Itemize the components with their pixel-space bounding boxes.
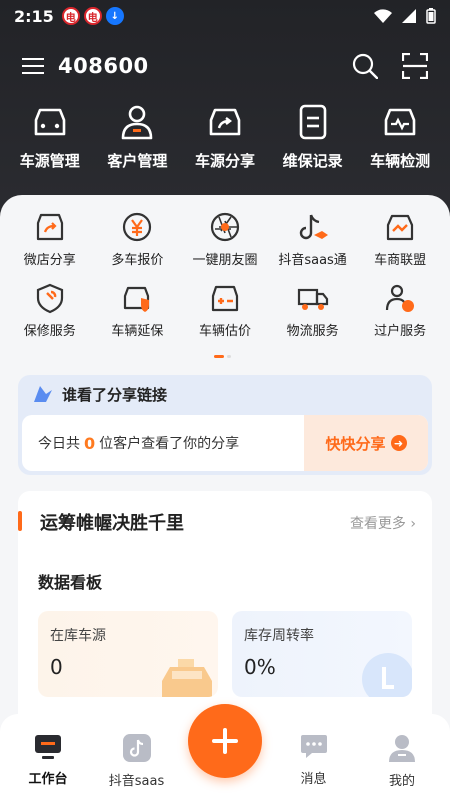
quick-item-customer[interactable]: 客户管理 [94, 102, 182, 171]
quick-item-maintenance[interactable]: 维保记录 [269, 102, 357, 171]
download-icon: ↓ [105, 7, 124, 25]
nav-item-tiktok-saas[interactable]: 抖音saas [101, 714, 173, 799]
page-title: 408600 [58, 54, 149, 78]
service-grid: 微店分享 多车报价 一键朋友圈 抖音saas通 车商联盟 保修服务 车辆延保 车… [0, 211, 450, 353]
quick-item-inspection[interactable]: 车辆检测 [356, 102, 444, 171]
quick-item-car-share[interactable]: 车源分享 [181, 102, 269, 171]
grid-item-label: 车辆估价 [198, 324, 251, 339]
grid-item-label: 多车报价 [111, 253, 164, 268]
car-shield-icon [124, 286, 150, 312]
tiktok-icon [299, 214, 328, 240]
nav-item-messages[interactable]: 消息 [278, 714, 350, 799]
section-accent-bar [18, 511, 22, 531]
arrow-right-icon: ➜ [390, 435, 407, 451]
search-icon[interactable] [352, 53, 378, 79]
grid-item-label: 过户服务 [374, 324, 427, 339]
notification-badge-2: 电 [83, 7, 102, 25]
shop-icon [36, 213, 63, 241]
header-area: 2:15 电 电 ↓ 408600 车源管理 客户管理 车源分享 维保记录 车辆… [0, 0, 450, 225]
car-illustration-icon [162, 659, 212, 697]
quick-item-label: 客户管理 [107, 152, 168, 170]
share-text-suffix: 位客户查看了你的分享 [99, 436, 240, 452]
signal-icon [402, 9, 416, 23]
scan-icon[interactable] [402, 53, 428, 79]
nav-item-profile[interactable]: 我的 [366, 714, 438, 799]
share-card[interactable]: 谁看了分享链接 今日共 0 位客户查看了你的分享 快快分享 ➜ [18, 375, 432, 475]
stat-label: 库存周转率 [244, 628, 314, 644]
add-button[interactable] [188, 704, 262, 778]
nav-label: 工作台 [28, 772, 68, 787]
grid-item-label: 抖音saas通 [278, 253, 347, 268]
grid-item-label: 车商联盟 [374, 253, 427, 268]
quick-actions: 车源管理 客户管理 车源分享 维保记录 车辆检测 [0, 102, 450, 171]
grid-item-label: 一键朋友圈 [192, 253, 258, 268]
quick-item-label: 维保记录 [282, 152, 343, 170]
wifi-icon [374, 9, 392, 23]
share-now-label: 快快分享 [325, 434, 386, 453]
stat-label: 在库车源 [50, 628, 106, 644]
menu-icon[interactable] [22, 57, 44, 75]
nav-label: 我的 [388, 774, 415, 789]
share-card-header: 谁看了分享链接 [18, 375, 432, 413]
record-icon [299, 104, 326, 140]
grid-item-label: 车辆延保 [111, 324, 164, 339]
car-icon [34, 108, 66, 136]
turnover-illustration-icon [362, 653, 412, 697]
grid-item-transfer[interactable]: 过户服务 [356, 282, 444, 339]
quick-item-label: 车源分享 [194, 152, 255, 170]
nav-label: 消息 [300, 772, 327, 787]
main-card: 微店分享 多车报价 一键朋友圈 抖音saas通 车商联盟 保修服务 车辆延保 车… [0, 195, 450, 741]
status-bar: 2:15 电 电 ↓ [0, 0, 450, 32]
shield-icon [36, 283, 63, 314]
car-share-icon [209, 108, 241, 136]
stat-turnover[interactable]: 库存周转率 0% [232, 611, 412, 697]
share-text-prefix: 今日共 [38, 436, 80, 452]
share-bird-icon [34, 386, 52, 402]
data-board-title: 数据看板 [38, 573, 103, 592]
grid-item-label: 物流服务 [286, 324, 339, 339]
customer-icon [122, 105, 153, 140]
quick-item-label: 车辆检测 [370, 152, 431, 170]
grid-item-warranty[interactable]: 保修服务 [6, 282, 94, 339]
transfer-icon [386, 284, 415, 312]
grid-item-valuation[interactable]: 车辆估价 [181, 282, 269, 339]
share-now-button[interactable]: 快快分享 ➜ [304, 415, 428, 471]
quick-item-label: 车源管理 [19, 152, 80, 170]
grid-item-moments[interactable]: 一键朋友圈 [181, 211, 269, 268]
nav-label: 抖音saas [108, 774, 165, 789]
view-more-link[interactable]: 查看更多 › [350, 513, 416, 533]
aperture-icon [210, 212, 240, 242]
grid-item-dealer-alliance[interactable]: 车商联盟 [356, 211, 444, 268]
share-count: 0 [84, 433, 96, 453]
battery-icon [426, 8, 436, 24]
page-indicator [214, 355, 231, 358]
share-card-body: 今日共 0 位客户查看了你的分享 快快分享 ➜ [22, 415, 428, 471]
truck-icon [297, 288, 328, 310]
panel-title: 运筹帷幄决胜千里 [40, 513, 184, 534]
profile-icon [389, 735, 415, 762]
grid-item-multi-quote[interactable]: 多车报价 [94, 211, 182, 268]
grid-item-tiktok-saas[interactable]: 抖音saas通 [269, 211, 357, 268]
grid-item-extended-warranty[interactable]: 车辆延保 [94, 282, 182, 339]
tiktok-icon [122, 734, 151, 762]
plus-icon [212, 728, 238, 754]
nav-item-workbench[interactable]: 工作台 [12, 714, 84, 799]
grid-item-shop-share[interactable]: 微店分享 [6, 211, 94, 268]
grid-item-logistics[interactable]: 物流服务 [269, 282, 357, 339]
status-time: 2:15 [14, 6, 54, 26]
notification-badge-1: 电 [61, 7, 80, 25]
workbench-icon [35, 735, 61, 759]
title-bar: 408600 [0, 44, 450, 88]
grid-item-label: 微店分享 [23, 253, 76, 268]
grid-item-label: 保修服务 [23, 324, 76, 339]
valuation-icon [211, 285, 239, 312]
message-icon [300, 735, 327, 758]
share-card-title: 谁看了分享链接 [62, 385, 168, 404]
car-inspect-icon [384, 108, 416, 136]
yen-icon [123, 212, 152, 242]
stat-in-stock[interactable]: 在库车源 0 [38, 611, 218, 697]
quick-item-car-source[interactable]: 车源管理 [6, 102, 94, 171]
handshake-icon [387, 214, 414, 241]
